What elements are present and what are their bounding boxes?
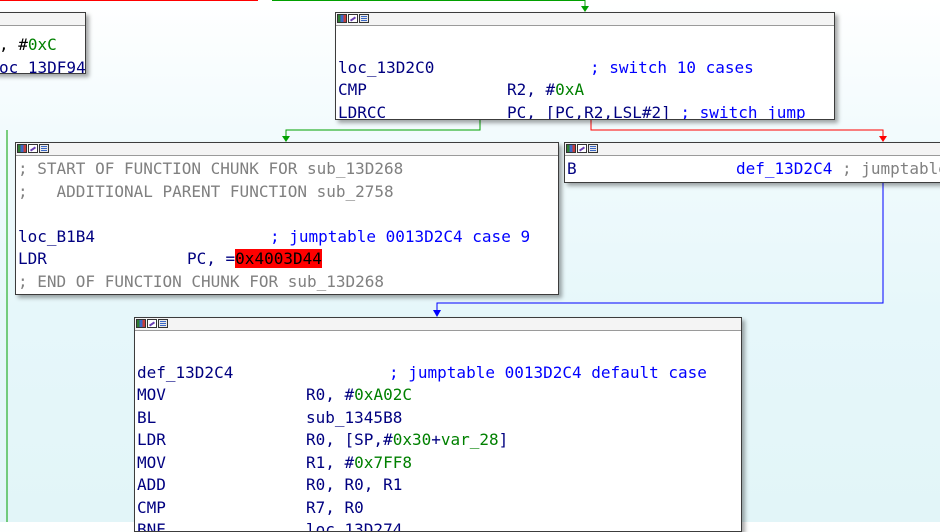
list-icon[interactable] [158,319,168,328]
node-branch[interactable]: Bdef_13D2C4 ; jumptable 0013D2C4 default… [564,142,940,183]
comment: ; jumptable 0013D2C4 case 9 [270,226,531,246]
operand: R0, # [306,385,355,404]
arrow-head [433,310,441,317]
asm-line[interactable]: LDR PC, =0x4003D44 [18,248,558,271]
node-color-icon[interactable] [566,144,576,153]
mnemonic: CMP [338,80,367,99]
operand: PC, [PC,R2,LSL#2] [507,102,671,120]
comment: ; switch 10 cases [590,57,754,77]
asm-line[interactable]: CMP R7, R0 [137,497,741,520]
mnemonic: MOV [137,385,166,404]
asm-line[interactable]: loc_13D2C0 ; switch 10 cases [338,57,834,80]
label-fragment: oc_13DF94 [0,57,86,74]
list-icon[interactable] [359,14,369,23]
asm-comment[interactable]: ; END OF FUNCTION CHUNK FOR sub_13D268 [18,271,558,294]
asm-line[interactable]: oc_13DF94 [0,57,86,74]
operand: R1, # [306,452,355,472]
label: def_13D2C4 [137,362,234,382]
jump-target[interactable]: def_13D2C4 [736,159,832,178]
asm-line[interactable]: CMP R2, #0xA [338,79,834,102]
node-color-icon[interactable] [337,14,347,23]
asm-line[interactable]: LDRCC PC, [PC,R2,LSL#2] ; switch jump [338,102,834,120]
rename-icon[interactable] [348,14,358,23]
immediate: 0x30 [392,430,432,449]
edge-green-to-switch [272,0,586,8]
operand: PC, = [187,249,236,268]
highlighted-address[interactable]: 0x4003D44 [235,249,322,268]
node-titlebar [0,13,85,26]
node-switch[interactable]: loc_13D2C0; switch 10 cases CMP R2, #0xA … [335,12,835,120]
mnemonic: MOV [137,452,166,472]
asm-comment[interactable]: ; ADDITIONAL PARENT FUNCTION sub_2758 [18,181,558,204]
operand: , # [0,35,28,54]
asm-line[interactable]: , #0xC [0,34,85,57]
node-case9[interactable]: ; START OF FUNCTION CHUNK FOR sub_13D268… [15,142,559,295]
immediate: 0x7FF8 [354,452,412,472]
rename-icon[interactable] [577,144,587,153]
mnemonic: BNE [137,520,166,532]
immediate: 0xC [27,35,57,54]
mnemonic: BL [137,407,157,427]
stack-variable: var_28 [440,430,499,449]
asm-line[interactable]: MOV R0, #0xA02C [137,384,741,407]
comment: ; ADDITIONAL PARENT FUNCTION sub_2758 [18,181,394,201]
asm-line[interactable]: MOV R1, #0x7FF8 [137,452,741,475]
operand: R7, R0 [306,497,364,517]
node-top-left[interactable]: , #0xC oc_13DF94 [0,12,86,74]
operand: R0, [SP,# [306,430,393,449]
call-target[interactable]: sub_1345B8 [306,408,402,427]
asm-line[interactable]: LDR R0, [SP,#0x30+var_28] [137,429,741,452]
asm-line[interactable]: Bdef_13D2C4 ; jumptable 0013D2C4 default… [567,158,940,181]
edge-green-to-case9 [285,120,481,138]
edge-red-to-branch [590,120,884,138]
comment: ; switch jump [680,102,806,120]
rename-icon[interactable] [147,319,157,328]
mnemonic: CMP [137,497,166,517]
label: loc_13D2C0 [338,57,435,77]
mnemonic: ADD [137,475,166,494]
node-default[interactable]: def_13D2C4 ; jumptable 0013D2C4 default c… [134,317,742,532]
comment: ; jumptable 0013D2C4 default case [389,362,707,382]
list-icon[interactable] [39,144,49,153]
node-color-icon[interactable] [136,319,146,328]
mnemonic: LDR [137,430,166,449]
operand: R0, R0, R1 [306,475,403,494]
operand: + [431,430,441,449]
operand: ] [498,430,509,449]
mnemonic: LDRCC [338,102,387,120]
graph-view[interactable]: , #0xC oc_13DF94 loc_13D2C0 ; switch 10 c… [0,0,940,532]
rename-icon[interactable] [28,144,38,153]
asm-line[interactable]: BNE loc_13D274 [137,519,741,532]
node-titlebar [565,143,940,156]
list-icon[interactable] [588,144,598,153]
mnemonic: LDR [18,249,47,268]
operand: R2, # [507,80,556,99]
node-color-icon[interactable] [17,144,27,153]
immediate: 0xA [555,80,585,99]
mnemonic: B [567,159,577,178]
comment: ; jumptable 0013D2C4 default case [841,159,940,178]
asm-comment[interactable]: ; START OF FUNCTION CHUNK FOR sub_13D268 [18,158,558,181]
comment: ; END OF FUNCTION CHUNK FOR sub_13D268 [18,271,385,291]
asm-line[interactable]: def_13D2C4 ; jumptable 0013D2C4 default c… [137,362,741,385]
asm-line[interactable]: ADD R0, R0, R1 [137,474,741,497]
node-titlebar [336,13,834,26]
comment: ; START OF FUNCTION CHUNK FOR sub_13D268 [18,159,404,178]
immediate: 0xA02C [354,385,412,404]
asm-line[interactable]: loc_B1B4 ; jumptable 0013D2C4 case 9 [18,226,558,249]
node-titlebar [16,143,558,156]
node-titlebar [135,318,741,331]
asm-line[interactable]: BL sub_1345B8 [137,407,741,430]
label: loc_B1B4 [18,226,96,246]
